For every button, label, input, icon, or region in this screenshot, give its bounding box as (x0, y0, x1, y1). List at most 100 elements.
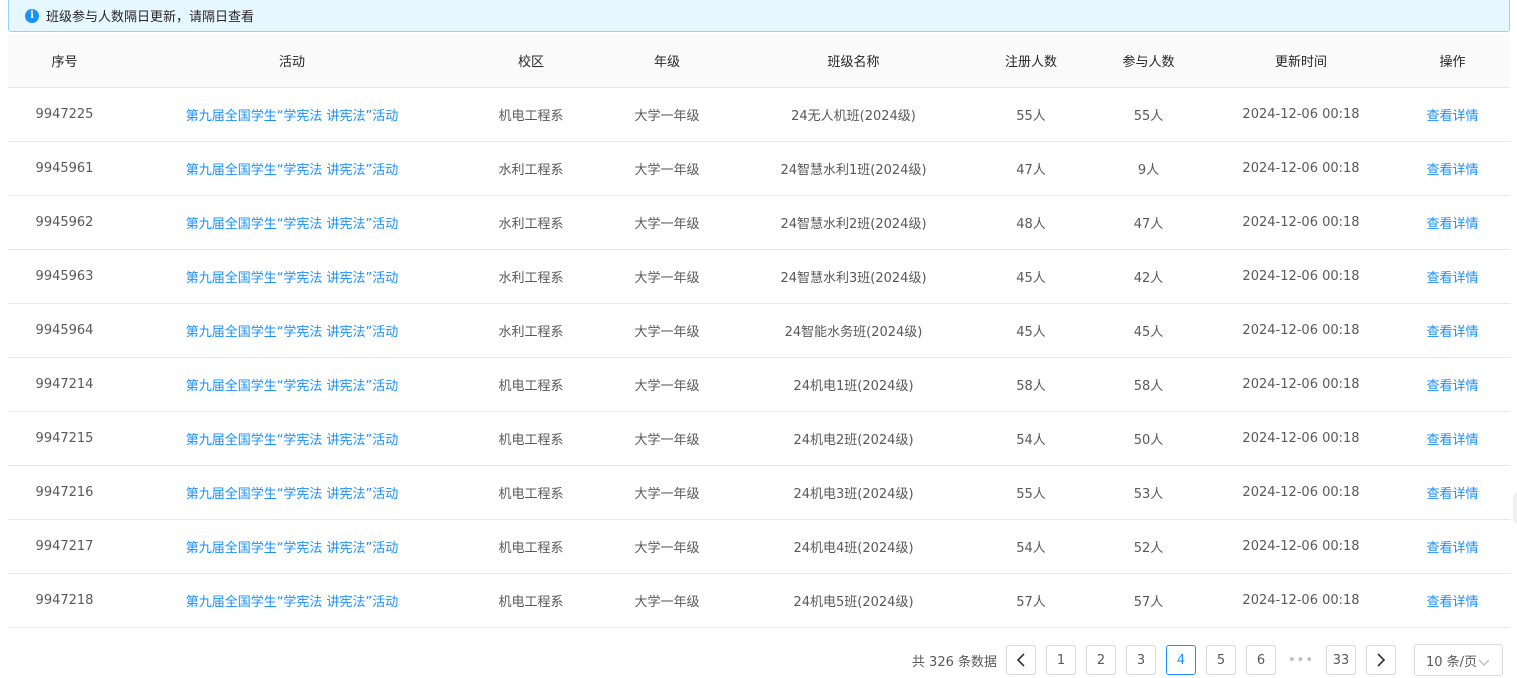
cell-id: 9947214 (35, 377, 94, 392)
cell-activity-link[interactable]: 第九届全国学生“学宪法 讲宪法”活动 (186, 217, 399, 232)
cell-participants: 42人 (1133, 271, 1164, 286)
cell-grade: 大学一年级 (634, 595, 700, 610)
view-details-link[interactable]: 查看详情 (1426, 271, 1478, 286)
cell-grade: 大学一年级 (634, 217, 700, 232)
view-details-link[interactable]: 查看详情 (1426, 217, 1478, 232)
cell-activity-link[interactable]: 第九届全国学生“学宪法 讲宪法”活动 (186, 595, 399, 610)
table-cell: 55人 (972, 87, 1090, 142)
cell-campus: 机电工程系 (498, 541, 564, 556)
cell-grade: 大学一年级 (634, 433, 700, 448)
view-details-link[interactable]: 查看详情 (1426, 109, 1478, 124)
cell-registered: 45人 (1016, 271, 1046, 286)
table-row: 9945962 第九届全国学生“学宪法 讲宪法”活动 水利工程系 大学一年级 24智慧水… (8, 195, 1510, 250)
cell-activity-link[interactable]: 第九届全国学生“学宪法 讲宪法”活动 (186, 271, 399, 286)
cell-activity-link[interactable]: 第九届全国学生“学宪法 讲宪法”活动 (186, 379, 399, 394)
table-cell: 大学一年级 (599, 249, 735, 304)
side-drawer-handle[interactable] (1513, 492, 1517, 524)
view-details-link[interactable]: 查看详情 (1426, 433, 1478, 448)
page-last-button[interactable]: 33 (1326, 645, 1356, 675)
table-cell: 9947215 (8, 411, 121, 466)
pagination-ellipsis[interactable]: ••• (1286, 653, 1316, 668)
table-cell: 47人 (1090, 195, 1207, 250)
cell-class-name: 24智慧水利3班(2024级) (780, 271, 927, 286)
view-details-link[interactable]: 查看详情 (1426, 541, 1478, 556)
view-details-link[interactable]: 查看详情 (1426, 325, 1478, 340)
cell-class-name: 24机电2班(2024级) (793, 433, 914, 448)
next-page-button[interactable] (1366, 645, 1396, 675)
table-cell: 58人 (972, 357, 1090, 412)
view-details-link[interactable]: 查看详情 (1426, 379, 1478, 394)
cell-activity-link[interactable]: 第九届全国学生“学宪法 讲宪法”活动 (186, 109, 399, 124)
table-cell: 9945961 (8, 141, 121, 196)
notice-text: 班级参与人数隔日更新，请隔日查看 (46, 10, 255, 25)
page-1-button[interactable]: 1 (1046, 645, 1076, 675)
table-cell: 45人 (972, 249, 1090, 304)
prev-page-button[interactable] (1006, 645, 1036, 675)
table-cell: 2024-12-06 00:18 (1207, 465, 1395, 520)
view-details-link[interactable]: 查看详情 (1426, 595, 1478, 610)
page-size-value: 10 条/页 (1426, 654, 1478, 670)
cell-registered: 55人 (1016, 487, 1046, 502)
cell-campus: 水利工程系 (498, 163, 564, 178)
cell-id: 9945961 (35, 161, 94, 176)
cell-activity-link[interactable]: 第九届全国学生“学宪法 讲宪法”活动 (186, 163, 399, 178)
class-table: 序号 活动 校区 年级 班级名称 注册人数 参与人数 更新时间 操作 99472… (8, 34, 1510, 628)
table-cell: 大学一年级 (599, 357, 735, 412)
table-cell: 查看详情 (1395, 465, 1510, 520)
table-cell: 第九届全国学生“学宪法 讲宪法”活动 (121, 357, 463, 412)
cell-updated: 2024-12-06 00:18 (1242, 593, 1360, 608)
table-cell: 9947217 (8, 519, 121, 574)
cell-updated: 2024-12-06 00:18 (1242, 377, 1360, 392)
page-2-button[interactable]: 2 (1086, 645, 1116, 675)
cell-activity-link[interactable]: 第九届全国学生“学宪法 讲宪法”活动 (186, 487, 399, 502)
cell-campus: 机电工程系 (498, 595, 564, 610)
table-cell: 2024-12-06 00:18 (1207, 195, 1395, 250)
header-registered: 注册人数 (972, 34, 1090, 88)
cell-registered: 48人 (1016, 217, 1046, 232)
cell-updated: 2024-12-06 00:18 (1242, 485, 1360, 500)
cell-registered: 45人 (1016, 325, 1046, 340)
cell-registered: 58人 (1016, 379, 1046, 394)
cell-participants: 45人 (1133, 325, 1164, 340)
cell-participants: 9人 (1137, 163, 1160, 178)
cell-id: 9947218 (35, 593, 94, 608)
cell-activity-link[interactable]: 第九届全国学生“学宪法 讲宪法”活动 (186, 433, 399, 448)
table-cell: 24机电3班(2024级) (735, 465, 972, 520)
page-6-button[interactable]: 6 (1246, 645, 1276, 675)
table-row: 9947217 第九届全国学生“学宪法 讲宪法”活动 机电工程系 大学一年级 24机电4… (8, 519, 1510, 574)
header-id: 序号 (8, 34, 121, 88)
page-size-select[interactable]: 10 条/页 (1414, 644, 1503, 676)
cell-participants: 52人 (1133, 541, 1164, 556)
table-row: 9947216 第九届全国学生“学宪法 讲宪法”活动 机电工程系 大学一年级 24机电3… (8, 465, 1510, 520)
table-cell: 机电工程系 (463, 465, 599, 520)
page-3-button[interactable]: 3 (1126, 645, 1156, 675)
table-row: 9947218 第九届全国学生“学宪法 讲宪法”活动 机电工程系 大学一年级 24机电5… (8, 573, 1510, 628)
table-cell: 水利工程系 (463, 303, 599, 358)
table-cell: 第九届全国学生“学宪法 讲宪法”活动 (121, 411, 463, 466)
cell-registered: 47人 (1016, 163, 1046, 178)
table-cell: 机电工程系 (463, 411, 599, 466)
chevron-right-icon (1377, 653, 1386, 667)
cell-class-name: 24智慧水利1班(2024级) (780, 163, 927, 178)
table-row: 9945961 第九届全国学生“学宪法 讲宪法”活动 水利工程系 大学一年级 24智慧水… (8, 141, 1510, 196)
table-cell: 2024-12-06 00:18 (1207, 303, 1395, 358)
table-row: 9947214 第九届全国学生“学宪法 讲宪法”活动 机电工程系 大学一年级 24机电1… (8, 357, 1510, 412)
cell-class-name: 24机电4班(2024级) (793, 541, 914, 556)
table-cell: 50人 (1090, 411, 1207, 466)
chevron-down-icon (1478, 659, 1490, 666)
table-cell: 52人 (1090, 519, 1207, 574)
table-cell: 水利工程系 (463, 195, 599, 250)
table-cell: 大学一年级 (599, 303, 735, 358)
cell-activity-link[interactable]: 第九届全国学生“学宪法 讲宪法”活动 (186, 325, 399, 340)
table-cell: 24机电2班(2024级) (735, 411, 972, 466)
page-5-button[interactable]: 5 (1206, 645, 1236, 675)
table-cell: 2024-12-06 00:18 (1207, 87, 1395, 142)
cell-activity-link[interactable]: 第九届全国学生“学宪法 讲宪法”活动 (186, 541, 399, 556)
view-details-link[interactable]: 查看详情 (1426, 163, 1478, 178)
table-cell: 第九届全国学生“学宪法 讲宪法”活动 (121, 141, 463, 196)
table-cell: 58人 (1090, 357, 1207, 412)
table-cell: 大学一年级 (599, 519, 735, 574)
view-details-link[interactable]: 查看详情 (1426, 487, 1478, 502)
page-4-button[interactable]: 4 (1166, 645, 1196, 675)
cell-participants: 57人 (1133, 595, 1164, 610)
